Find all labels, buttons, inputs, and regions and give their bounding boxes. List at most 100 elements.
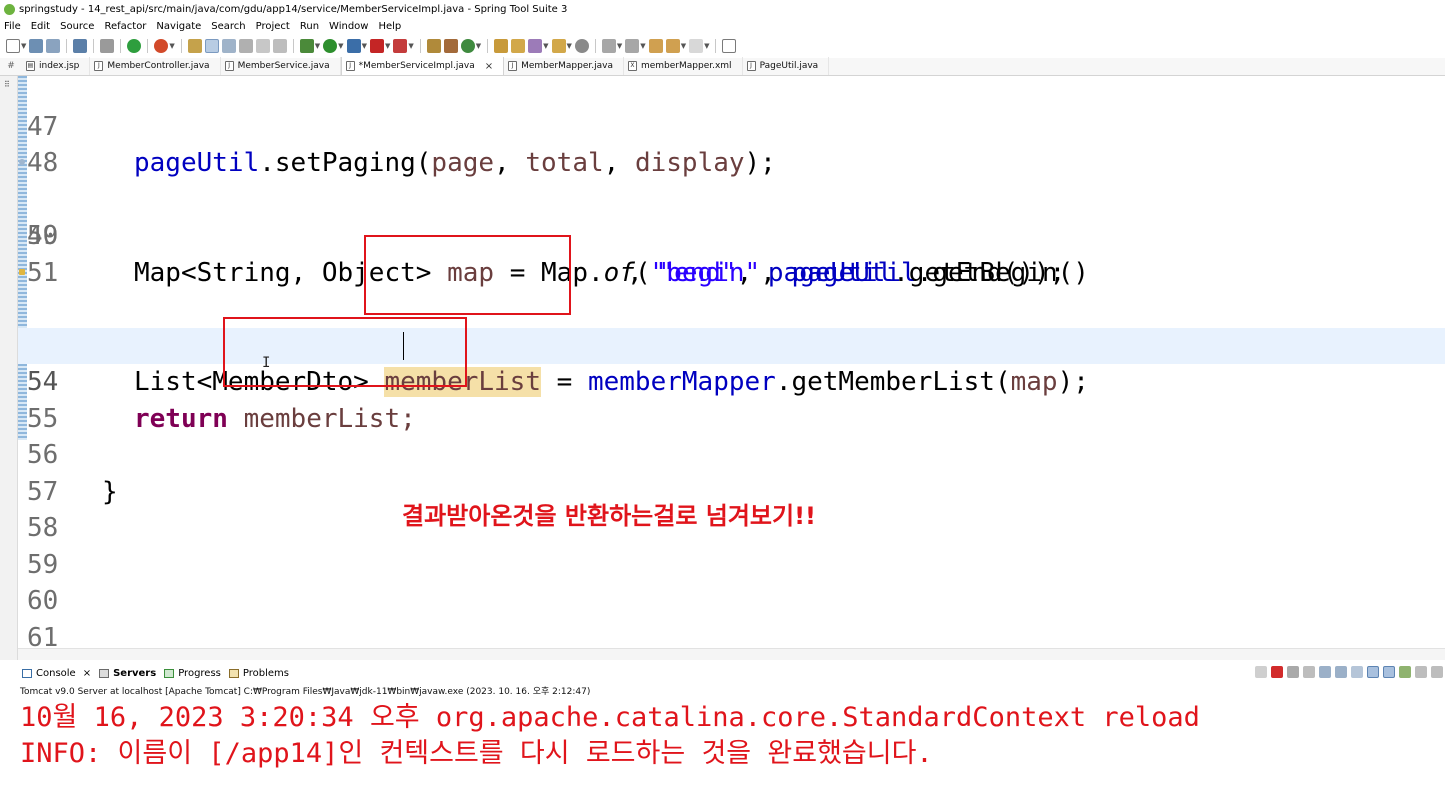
menu-search[interactable]: Search <box>211 21 245 32</box>
save-all-icon[interactable] <box>46 39 61 53</box>
boot-dashboard-icon[interactable] <box>127 39 142 53</box>
dropdown-arrow-icon[interactable]: ▼ <box>704 42 709 50</box>
pin-console-icon[interactable] <box>1255 666 1267 678</box>
problems-icon <box>228 669 239 678</box>
tab-servers[interactable]: Servers <box>99 668 156 679</box>
menu-project[interactable]: Project <box>256 21 290 32</box>
dropdown-arrow-icon[interactable]: ▼ <box>681 42 686 50</box>
new-class-icon[interactable] <box>460 39 475 53</box>
minimized-view-icon[interactable]: ⠿ <box>4 80 13 89</box>
save-icon[interactable] <box>29 39 44 53</box>
mark-occurrences-icon[interactable] <box>187 39 202 53</box>
close-icon[interactable]: × <box>83 668 91 679</box>
menu-run[interactable]: Run <box>300 21 319 32</box>
terminate-icon[interactable] <box>1271 666 1283 678</box>
remove-launch-icon[interactable] <box>1287 666 1299 678</box>
warning-marker-icon[interactable] <box>19 268 25 275</box>
globe-icon[interactable] <box>574 39 589 53</box>
dropdown-arrow-icon[interactable]: ▼ <box>408 42 413 50</box>
menu-file[interactable]: File <box>4 21 21 32</box>
menu-navigate[interactable]: Navigate <box>156 21 201 32</box>
code-editor[interactable]: 47 pageUtil.setPaging(page, total, displ… <box>18 76 1445 648</box>
close-icon[interactable]: × <box>485 61 493 72</box>
remove-all-terminated-icon[interactable] <box>1303 666 1315 678</box>
toolbar-separator <box>93 39 95 53</box>
external-tools-icon[interactable] <box>346 39 361 53</box>
run-icon[interactable] <box>323 39 338 53</box>
show-stderr-icon[interactable] <box>1383 666 1395 678</box>
code-line: 48 <box>18 109 1445 178</box>
fold-marker-icon[interactable] <box>19 159 25 165</box>
menu-edit[interactable]: Edit <box>31 21 50 32</box>
tab-member-service-impl[interactable]: J *MemberServiceImpl.java × <box>340 57 505 75</box>
highlight-icon[interactable] <box>204 39 219 53</box>
menu-window[interactable]: Window <box>329 21 368 32</box>
stop-server-icon[interactable] <box>369 39 384 53</box>
forward-icon[interactable] <box>689 39 704 53</box>
back-icon[interactable] <box>665 39 680 53</box>
toolbar-separator <box>66 39 68 53</box>
terminal-icon[interactable] <box>73 39 88 53</box>
tab-console[interactable]: Console × <box>22 668 91 679</box>
show-whitespace-icon[interactable] <box>238 39 253 53</box>
dropdown-arrow-icon[interactable]: ▼ <box>567 42 572 50</box>
tab-label: MemberService.java <box>237 61 330 71</box>
show-stdout-icon[interactable] <box>1367 666 1379 678</box>
tab-index-jsp[interactable]: ▤ index.jsp <box>22 57 91 75</box>
dropdown-arrow-icon[interactable]: ▼ <box>338 42 343 50</box>
mouse-ibeam-icon: I <box>262 355 271 371</box>
tab-member-service[interactable]: J MemberService.java <box>221 57 341 75</box>
dropdown-arrow-icon[interactable]: ▼ <box>385 42 390 50</box>
tab-label: index.jsp <box>39 61 80 71</box>
open-task-icon[interactable] <box>528 39 543 53</box>
scroll-lock-icon[interactable] <box>1335 666 1347 678</box>
previous-annotation-icon[interactable] <box>625 39 640 53</box>
tab-problems[interactable]: Problems <box>228 668 289 679</box>
clear-console-icon[interactable] <box>1319 666 1331 678</box>
server-icon[interactable] <box>393 39 408 53</box>
menu-source[interactable]: Source <box>60 21 94 32</box>
pin-editor-icon[interactable] <box>722 39 737 53</box>
dropdown-arrow-icon[interactable]: ▼ <box>640 42 645 50</box>
tab-page-util[interactable]: J PageUtil.java <box>743 57 830 75</box>
tab-member-mapper[interactable]: J MemberMapper.java <box>504 57 624 75</box>
block-selection-icon[interactable] <box>221 39 236 53</box>
word-wrap-icon[interactable] <box>1351 666 1363 678</box>
open-console-icon[interactable] <box>1431 666 1443 678</box>
refresh-icon[interactable] <box>154 39 169 53</box>
dropdown-arrow-icon[interactable]: ▼ <box>21 42 26 50</box>
menu-refactor[interactable]: Refactor <box>104 21 146 32</box>
display-console-icon[interactable] <box>1415 666 1427 678</box>
open-type-icon[interactable] <box>494 39 509 53</box>
menu-help[interactable]: Help <box>378 21 401 32</box>
open-folder-icon[interactable] <box>511 39 526 53</box>
dropdown-arrow-icon[interactable]: ▼ <box>169 42 174 50</box>
word-wrap-icon[interactable] <box>272 39 287 53</box>
tab-member-controller[interactable]: J MemberController.java <box>90 57 221 75</box>
left-side-strip: ⠿ <box>0 76 18 660</box>
tab-list-menu-icon[interactable]: # <box>0 57 22 75</box>
next-annotation-icon[interactable] <box>601 39 616 53</box>
toolbar-separator <box>120 39 122 53</box>
spring-logo-icon <box>4 3 15 15</box>
toolbar-separator <box>594 39 596 53</box>
tab-progress[interactable]: Progress <box>164 668 221 679</box>
new-java-project-icon[interactable] <box>426 39 441 53</box>
tab-member-mapper-xml[interactable]: X memberMapper.xml <box>624 57 743 75</box>
paragraph-icon[interactable] <box>255 39 270 53</box>
search-folder-icon[interactable] <box>551 39 566 53</box>
skip-breakpoints-icon[interactable] <box>100 39 115 53</box>
dropdown-arrow-icon[interactable]: ▼ <box>476 42 481 50</box>
dropdown-arrow-icon[interactable]: ▼ <box>315 42 320 50</box>
last-edit-location-icon[interactable] <box>648 39 663 53</box>
new-package-icon[interactable] <box>443 39 458 53</box>
dropdown-arrow-icon[interactable]: ▼ <box>617 42 622 50</box>
dropdown-arrow-icon[interactable]: ▼ <box>543 42 548 50</box>
new-file-icon[interactable] <box>6 39 20 53</box>
pin-icon[interactable] <box>1399 666 1411 678</box>
dropdown-arrow-icon[interactable]: ▼ <box>362 42 367 50</box>
console-toolbar <box>1255 666 1443 678</box>
debug-icon[interactable] <box>299 39 314 53</box>
console-output[interactable]: 10월 16, 2023 3:20:34 오후 org.apache.catal… <box>20 700 1440 772</box>
horizontal-scrollbar[interactable] <box>18 648 1445 660</box>
